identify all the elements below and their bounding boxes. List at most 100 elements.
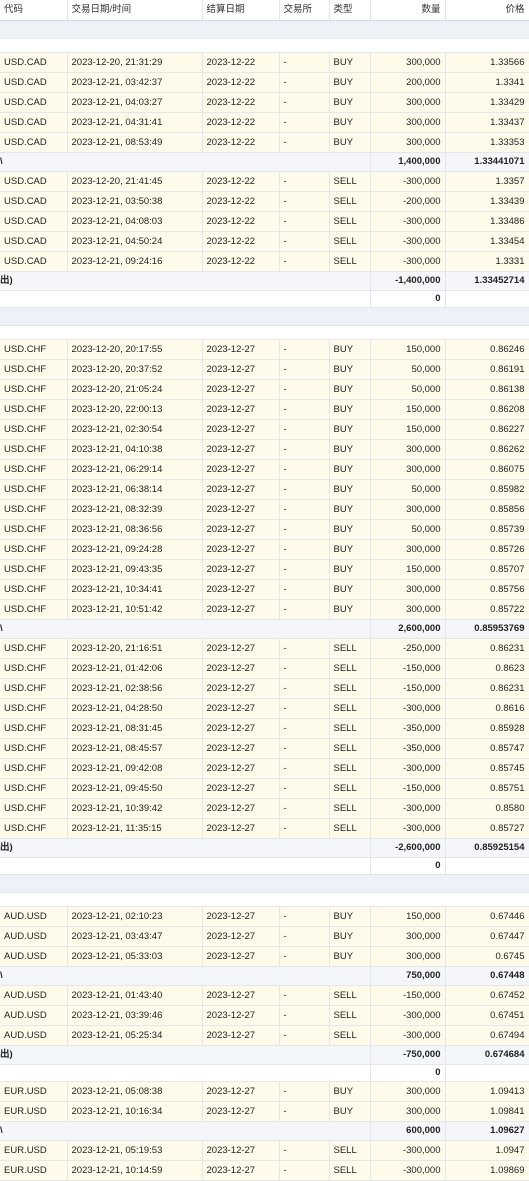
header-type[interactable]: 类型 xyxy=(329,0,371,21)
table-row[interactable]: USD.CAD 2023-12-21, 03:42:37 2023-12-22- BU… xyxy=(0,72,529,93)
buy-total-price: 0.67448 xyxy=(445,966,529,986)
cell-symbol: USD.CHF xyxy=(0,599,68,620)
section-gap-cell xyxy=(0,892,529,907)
cell-settle-date: 2023-12-22 xyxy=(202,92,280,113)
table-row[interactable]: USD.CAD 2023-12-21, 03:50:38 2023-12-22- SE… xyxy=(0,191,529,212)
table-row[interactable]: USD.CHF 2023-12-20, 20:37:52 2023-12-27- BU… xyxy=(0,359,529,380)
table-row[interactable]: USD.CHF 2023-12-21, 02:30:54 2023-12-27- BU… xyxy=(0,419,529,440)
cell-settle-date: 2023-12-27 xyxy=(202,678,280,699)
table-row[interactable]: AUD.USD 2023-12-21, 05:33:03 2023-12-27- BU… xyxy=(0,946,529,967)
cell-quantity: 150,000 xyxy=(370,399,446,420)
table-row[interactable]: EUR.USD 2023-12-21, 10:14:59 2023-12-27- SE… xyxy=(0,1160,529,1181)
cell-settle-date: 2023-12-27 xyxy=(202,519,280,540)
table-row[interactable]: USD.CHF 2023-12-21, 08:36:56 2023-12-27- BU… xyxy=(0,519,529,540)
cell-symbol: USD.CHF xyxy=(0,638,68,659)
cell-quantity: 150,000 xyxy=(370,906,446,927)
cell-settle-date: 2023-12-22 xyxy=(202,211,280,232)
cell-type: SELL xyxy=(329,738,371,759)
table-row[interactable]: USD.CAD 2023-12-21, 04:03:27 2023-12-22- BU… xyxy=(0,92,529,113)
section-gap xyxy=(0,38,529,53)
cell-type: BUY xyxy=(329,339,371,360)
cell-settle-date: 2023-12-27 xyxy=(202,399,280,420)
table-row[interactable]: USD.CHF 2023-12-21, 06:38:14 2023-12-27- BU… xyxy=(0,479,529,500)
table-row[interactable]: USD.CHF 2023-12-21, 09:43:35 2023-12-27- BU… xyxy=(0,559,529,580)
table-row[interactable]: USD.CHF 2023-12-21, 10:51:42 2023-12-27- BU… xyxy=(0,599,529,620)
cell-symbol: USD.CHF xyxy=(0,519,68,540)
cell-exchange: - xyxy=(279,191,330,212)
cell-symbol: AUD.USD xyxy=(0,906,68,927)
section-gap-cell xyxy=(0,325,529,340)
table-row[interactable]: USD.CHF 2023-12-21, 09:42:08 2023-12-27- SE… xyxy=(0,758,529,779)
table-row[interactable]: USD.CAD 2023-12-21, 04:50:24 2023-12-22- SE… xyxy=(0,231,529,252)
cell-symbol: USD.CHF xyxy=(0,499,68,520)
cell-trade-datetime: 2023-12-20, 21:41:45 xyxy=(67,171,203,192)
table-row[interactable]: USD.CHF 2023-12-21, 08:32:39 2023-12-27- BU… xyxy=(0,499,529,520)
table-row[interactable]: USD.CHF 2023-12-21, 09:24:28 2023-12-27- BU… xyxy=(0,539,529,560)
cell-symbol: USD.CHF xyxy=(0,579,68,600)
cell-exchange: - xyxy=(279,359,330,380)
table-row[interactable]: EUR.USD 2023-12-21, 05:19:53 2023-12-27- SE… xyxy=(0,1140,529,1161)
cell-exchange: - xyxy=(279,599,330,620)
cell-settle-date: 2023-12-27 xyxy=(202,419,280,440)
header-price[interactable]: 价格 xyxy=(445,0,529,21)
table-row[interactable]: AUD.USD 2023-12-21, 02:10:23 2023-12-27- BU… xyxy=(0,906,529,927)
buy-total-label: \ xyxy=(0,619,371,639)
table-row[interactable]: USD.CHF 2023-12-21, 10:39:42 2023-12-27- SE… xyxy=(0,798,529,819)
net-price-empty xyxy=(445,290,529,308)
cell-type: SELL xyxy=(329,1160,371,1181)
table-row[interactable]: USD.CHF 2023-12-21, 11:35:15 2023-12-27- SE… xyxy=(0,818,529,839)
table-row[interactable]: USD.CHF 2023-12-21, 10:34:41 2023-12-27- BU… xyxy=(0,579,529,600)
buy-total-label: \ xyxy=(0,152,371,172)
cell-quantity: 300,000 xyxy=(370,1081,446,1102)
table-row[interactable]: USD.CAD 2023-12-20, 21:41:45 2023-12-22- SE… xyxy=(0,171,529,192)
table-row[interactable]: AUD.USD 2023-12-21, 01:43:40 2023-12-27- SE… xyxy=(0,985,529,1006)
table-row[interactable]: USD.CHF 2023-12-21, 08:31:45 2023-12-27- SE… xyxy=(0,718,529,739)
cell-trade-datetime: 2023-12-20, 20:37:52 xyxy=(67,359,203,380)
table-row[interactable]: USD.CHF 2023-12-20, 21:05:24 2023-12-27- BU… xyxy=(0,379,529,400)
table-row[interactable]: USD.CHF 2023-12-21, 08:45:57 2023-12-27- SE… xyxy=(0,738,529,759)
table-row[interactable]: USD.CAD 2023-12-21, 09:24:16 2023-12-22- SE… xyxy=(0,251,529,272)
table-row[interactable]: USD.CAD 2023-12-21, 08:53:49 2023-12-22- BU… xyxy=(0,132,529,153)
header-exchange[interactable]: 交易所 xyxy=(279,0,330,21)
table-row[interactable]: USD.CAD 2023-12-21, 04:08:03 2023-12-22- SE… xyxy=(0,211,529,232)
net-spacer xyxy=(0,857,371,875)
table-row[interactable]: AUD.USD 2023-12-21, 03:43:47 2023-12-27- BU… xyxy=(0,926,529,947)
table-row[interactable]: USD.CHF 2023-12-21, 06:29:14 2023-12-27- BU… xyxy=(0,459,529,480)
cell-exchange: - xyxy=(279,906,330,927)
header-symbol[interactable]: 代码 xyxy=(0,0,68,21)
table-row[interactable]: EUR.USD 2023-12-21, 10:16:34 2023-12-27- BU… xyxy=(0,1101,529,1122)
cell-type: BUY xyxy=(329,112,371,133)
table-row[interactable]: USD.CHF 2023-12-20, 21:16:51 2023-12-27- SE… xyxy=(0,638,529,659)
cell-quantity: -150,000 xyxy=(370,985,446,1006)
cell-symbol: USD.CHF xyxy=(0,778,68,799)
table-row[interactable]: USD.CHF 2023-12-21, 01:42:06 2023-12-27- SE… xyxy=(0,658,529,679)
cell-quantity: 300,000 xyxy=(370,926,446,947)
header-trade-datetime[interactable]: 交易日期/时间 xyxy=(67,0,203,21)
cell-trade-datetime: 2023-12-21, 10:16:34 xyxy=(67,1101,203,1122)
cell-exchange: - xyxy=(279,171,330,192)
cell-quantity: 300,000 xyxy=(370,599,446,620)
table-row[interactable]: USD.CHF 2023-12-21, 02:38:56 2023-12-27- SE… xyxy=(0,678,529,699)
cell-quantity: -300,000 xyxy=(370,231,446,252)
table-row[interactable]: AUD.USD 2023-12-21, 03:39:46 2023-12-27- SE… xyxy=(0,1005,529,1026)
header-settle-date[interactable]: 结算日期 xyxy=(202,0,280,21)
cell-exchange: - xyxy=(279,798,330,819)
header-quantity[interactable]: 数量 xyxy=(370,0,446,21)
cell-quantity: 50,000 xyxy=(370,479,446,500)
cell-type: SELL xyxy=(329,211,371,232)
table-row[interactable]: USD.CHF 2023-12-21, 04:10:38 2023-12-27- BU… xyxy=(0,439,529,460)
cell-trade-datetime: 2023-12-21, 08:45:57 xyxy=(67,738,203,759)
cell-type: SELL xyxy=(329,638,371,659)
table-row[interactable]: USD.CHF 2023-12-20, 20:17:55 2023-12-27- BU… xyxy=(0,339,529,360)
table-row[interactable]: USD.CHF 2023-12-21, 04:28:50 2023-12-27- SE… xyxy=(0,698,529,719)
cell-exchange: - xyxy=(279,539,330,560)
table-row[interactable]: EUR.USD 2023-12-21, 05:08:38 2023-12-27- BU… xyxy=(0,1081,529,1102)
table-row[interactable]: USD.CAD 2023-12-20, 21:31:29 2023-12-22- BU… xyxy=(0,52,529,73)
cell-symbol: USD.CHF xyxy=(0,539,68,560)
table-row[interactable]: USD.CAD 2023-12-21, 04:31:41 2023-12-22- BU… xyxy=(0,112,529,133)
table-row[interactable]: USD.CHF 2023-12-21, 09:45:50 2023-12-27- SE… xyxy=(0,778,529,799)
table-row[interactable]: USD.CHF 2023-12-20, 22:00:13 2023-12-27- BU… xyxy=(0,399,529,420)
table-row[interactable]: AUD.USD 2023-12-21, 05:25:34 2023-12-27- SE… xyxy=(0,1025,529,1046)
cell-settle-date: 2023-12-27 xyxy=(202,499,280,520)
cell-trade-datetime: 2023-12-21, 10:34:41 xyxy=(67,579,203,600)
